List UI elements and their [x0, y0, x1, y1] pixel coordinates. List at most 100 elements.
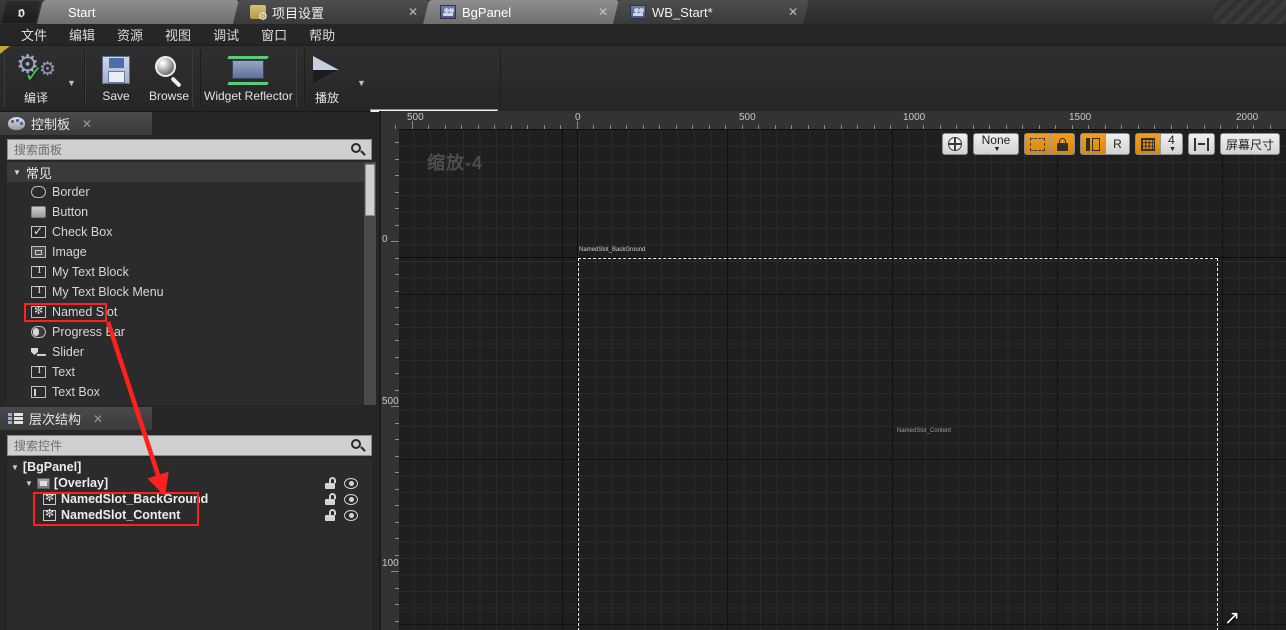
- hierarchy-row-overlay[interactable]: ▼ [Overlay]: [7, 475, 372, 491]
- palette-item-check-box[interactable]: Check Box: [7, 222, 372, 242]
- hierarchy-row-bgpanel[interactable]: ▼ [BgPanel]: [7, 459, 372, 475]
- palette-item-text[interactable]: Text: [7, 362, 372, 382]
- menu-item-assets[interactable]: 资源: [106, 23, 154, 46]
- text-icon: [31, 264, 46, 278]
- play-label: 播放: [314, 91, 339, 105]
- menu-item-view[interactable]: 视图: [154, 23, 202, 46]
- close-icon[interactable]: ✕: [93, 412, 103, 426]
- palette-list: ▼ 常见 Border Button Check Box Image My Te…: [7, 162, 372, 405]
- hierarchy-row-label: NamedSlot_Content: [61, 508, 181, 522]
- palette-item-image[interactable]: Image: [7, 242, 372, 262]
- compile-options-dropdown[interactable]: ▼: [63, 78, 80, 88]
- chevron-down-icon: ▼: [993, 146, 1001, 153]
- design-canvas[interactable]: 缩放-4 NamedSlot_BackGround NamedSlot_Cont…: [399, 129, 1286, 630]
- palette-search-placeholder: 搜索面板: [14, 143, 63, 157]
- palette-item-border[interactable]: Border: [7, 182, 372, 202]
- save-button[interactable]: Save: [90, 50, 142, 103]
- grid-icon: [1140, 137, 1155, 151]
- resize-cursor-icon: ↗︎: [1224, 608, 1240, 629]
- screen-size-button[interactable]: 屏幕尺寸: [1221, 134, 1279, 154]
- unlock-icon[interactable]: [324, 477, 336, 489]
- designer-viewport[interactable]: 500 0 500 1000 1500 2000 0 500 1000 缩放-4…: [381, 111, 1286, 630]
- dashed-box-icon: [1029, 137, 1045, 151]
- hierarchy-row-toggles: [324, 493, 358, 505]
- text-icon: [31, 364, 46, 378]
- zoom-to-fit-button[interactable]: [1189, 134, 1214, 154]
- hierarchy-row-namedslot-background[interactable]: NamedSlot_BackGround: [7, 491, 372, 507]
- search-icon: [351, 438, 365, 453]
- designer-grid-group: 4 ▼: [1134, 133, 1183, 155]
- browse-button[interactable]: Browse: [142, 50, 196, 103]
- menu-item-help[interactable]: 帮助: [298, 23, 346, 46]
- overlay-icon: [36, 477, 50, 489]
- palette-tab-title: 控制板: [31, 117, 71, 132]
- eye-icon[interactable]: [344, 493, 358, 505]
- palette-item-label: My Text Block: [52, 265, 129, 279]
- tab-project-settings[interactable]: 项目设置 ✕: [233, 0, 429, 24]
- palette-item-slider[interactable]: Slider: [7, 342, 372, 362]
- tab-close-icon[interactable]: ✕: [596, 5, 610, 19]
- hierarchy-row-label: [Overlay]: [53, 476, 109, 490]
- designer-screensize-group: 屏幕尺寸: [1219, 133, 1280, 155]
- toolbar-group-tools: Widget Reflector: [192, 50, 305, 107]
- anchor-icon: [1085, 137, 1100, 151]
- chevron-down-icon[interactable]: ▼: [25, 479, 33, 488]
- ruler-label: 2000: [1236, 112, 1259, 123]
- chevron-down-icon[interactable]: ▼: [11, 463, 19, 472]
- unlock-icon[interactable]: [324, 509, 336, 521]
- palette-item-named-slot[interactable]: Named Slot: [7, 302, 372, 322]
- rotation-toggle[interactable]: R: [1104, 134, 1129, 154]
- tab-close-icon[interactable]: ✕: [786, 5, 800, 19]
- play-button[interactable]: 播放: [301, 50, 353, 106]
- ruler-label: 0: [382, 234, 388, 245]
- hierarchy-search-input[interactable]: 搜索控件: [7, 435, 372, 456]
- compile-label: 编译: [23, 91, 48, 105]
- hierarchy-icon: [8, 412, 23, 425]
- compile-button[interactable]: ⚙ ⚙ ✓ 编译: [9, 50, 63, 106]
- menu-item-debug[interactable]: 调试: [202, 23, 250, 46]
- palette-category-common[interactable]: ▼ 常见: [7, 162, 372, 182]
- lock-toggle[interactable]: [1049, 134, 1074, 154]
- hierarchy-panel-tab[interactable]: 层次结构 ✕: [0, 407, 152, 430]
- grid-snap-toggle[interactable]: [1135, 134, 1160, 154]
- ruler-label: 500: [382, 396, 399, 407]
- palette-item-button[interactable]: Button: [7, 202, 372, 222]
- palette-scrollbar-thumb[interactable]: [365, 164, 375, 216]
- close-icon[interactable]: ✕: [82, 117, 92, 131]
- grid-size-label: 4: [1168, 133, 1175, 147]
- menu-item-file[interactable]: 文件: [10, 23, 58, 46]
- palette-search-input[interactable]: 搜索面板: [7, 139, 372, 160]
- palette-item-my-text-block[interactable]: My Text Block: [7, 262, 372, 282]
- eye-icon[interactable]: [344, 509, 358, 521]
- dashed-outline-toggle[interactable]: [1024, 134, 1050, 154]
- anchor-toggle[interactable]: [1080, 134, 1105, 154]
- selected-widget-outline[interactable]: [578, 258, 1218, 630]
- tab-close-icon[interactable]: ✕: [406, 5, 420, 19]
- toolbar-group-file: Save Browse: [85, 50, 202, 107]
- unreal-engine-logo-icon: 𝔬: [1, 1, 41, 23]
- play-options-dropdown[interactable]: ▼: [353, 78, 370, 88]
- unlock-icon[interactable]: [324, 493, 336, 505]
- ruler-label: 1000: [382, 558, 399, 569]
- localization-preview-button[interactable]: [943, 134, 967, 154]
- palette-item-label: Text Box: [52, 385, 100, 399]
- widget-reflector-label: Widget Reflector: [204, 89, 293, 103]
- palette-item-text-box[interactable]: Text Box: [7, 382, 372, 402]
- eye-icon[interactable]: [344, 477, 358, 489]
- tab-start[interactable]: Start: [37, 0, 239, 24]
- palette-item-label: Progress Bar: [52, 325, 125, 339]
- palette-panel-tab[interactable]: 控制板 ✕: [0, 112, 152, 135]
- palette-scrollbar[interactable]: [364, 162, 376, 405]
- palette-item-progress-bar[interactable]: Progress Bar: [7, 322, 372, 342]
- tab-wb-start[interactable]: WB_Start* ✕: [613, 0, 809, 24]
- palette-item-label: Check Box: [52, 225, 113, 239]
- named-slot-icon: [43, 491, 56, 505]
- tab-bgpanel[interactable]: BgPanel ✕: [423, 0, 619, 24]
- zoom-dropdown[interactable]: None ▼: [974, 134, 1018, 154]
- hierarchy-row-namedslot-content[interactable]: NamedSlot_Content: [7, 507, 372, 523]
- grid-size-dropdown[interactable]: 4 ▼: [1159, 133, 1182, 154]
- menu-item-edit[interactable]: 编辑: [58, 23, 106, 46]
- palette-item-my-text-block-menu[interactable]: My Text Block Menu: [7, 282, 372, 302]
- menu-item-window[interactable]: 窗口: [250, 23, 298, 46]
- widget-reflector-button[interactable]: Widget Reflector: [197, 50, 300, 103]
